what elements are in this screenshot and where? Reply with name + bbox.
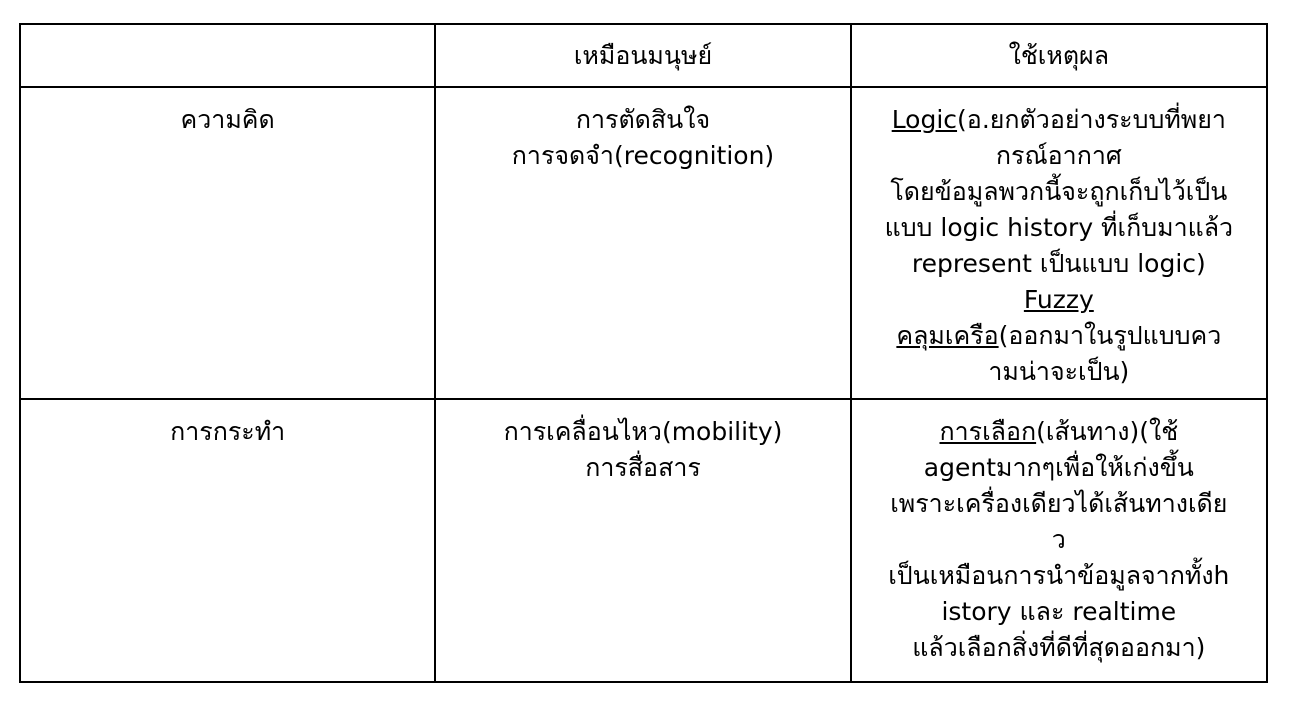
choice-term: การเลือก [939,417,1037,446]
text-line: การสื่อสาร [585,453,701,482]
text-line: ว [1051,525,1066,554]
row-label-action: การกระทำ [18,398,437,683]
fuzzy-word: คลุมเครือ [896,321,999,350]
text-line: การตัดสินใจ [575,105,711,134]
text-line: แบบ logic history ที่เก็บมาแล้ว [884,213,1234,242]
comparison-table: เหมือนมนุษย์ ใช้เหตุผล ความคิด การตัดสิน… [18,23,1269,683]
text-line: การเลือก(เส้นทาง)(ใช้ [862,414,1256,450]
header-cell-empty [18,23,437,88]
choice-description: (เส้นทาง)(ใช้ [1036,417,1179,446]
logic-description: (อ.ยกตัวอย่างระบบที่พยา [957,105,1226,134]
text-line: การเคลื่อนไหว(mobility) [503,417,783,446]
text-line: agentมากๆเพื่อให้เก่งขึ้น [923,453,1194,482]
row-label-thinking: ความคิด [18,86,437,400]
table-row-thinking: ความคิด การตัดสินใจ การจดจำ(recognition)… [18,86,1269,400]
table-row-action: การกระทำ การเคลื่อนไหว(mobility) การสื่อ… [18,398,1269,683]
text-line: Fuzzy [862,282,1256,318]
text-line: Logic(อ.ยกตัวอย่างระบบที่พยา [862,102,1256,138]
text-line: แล้วเลือกสิ่งที่ดีที่สุดออกมา) [912,633,1206,662]
text-line: กรณ์อากาศ [995,141,1122,170]
text-line: istory และ realtime [941,597,1177,626]
text-line: คลุมเครือ(ออกมาในรูปแบบคว [862,318,1256,354]
cell-action-human-like: การเคลื่อนไหว(mobility) การสื่อสาร [434,398,852,683]
logic-term: Logic [891,105,958,134]
fuzzy-term: Fuzzy [1023,285,1094,314]
table-header-row: เหมือนมนุษย์ ใช้เหตุผล [18,23,1269,88]
header-cell-human-like: เหมือนมนุษย์ [434,23,852,88]
text-line: เป็นเหมือนการนำข้อมูลจากทั้งh [888,561,1230,590]
cell-thinking-reasoning: Logic(อ.ยกตัวอย่างระบบที่พยา กรณ์อากาศ โ… [849,86,1269,400]
cell-action-reasoning: การเลือก(เส้นทาง)(ใช้ agentมากๆเพื่อให้เ… [849,398,1269,683]
header-cell-reasoning: ใช้เหตุผล [849,23,1269,88]
text-line: การจดจำ(recognition) [511,141,775,170]
text-line: ามน่าจะเป็น) [988,357,1130,386]
text-line: เพราะเครื่องเดียวได้เส้นทางเดีย [890,489,1228,518]
fuzzy-description: (ออกมาในรูปแบบคว [998,321,1222,350]
text-line: represent เป็นแบบ logic) [911,249,1206,278]
cell-thinking-human-like: การตัดสินใจ การจดจำ(recognition) [434,86,852,400]
text-line: โดยข้อมูลพวกนี้จะถูกเก็บไว้เป็น [890,177,1228,206]
